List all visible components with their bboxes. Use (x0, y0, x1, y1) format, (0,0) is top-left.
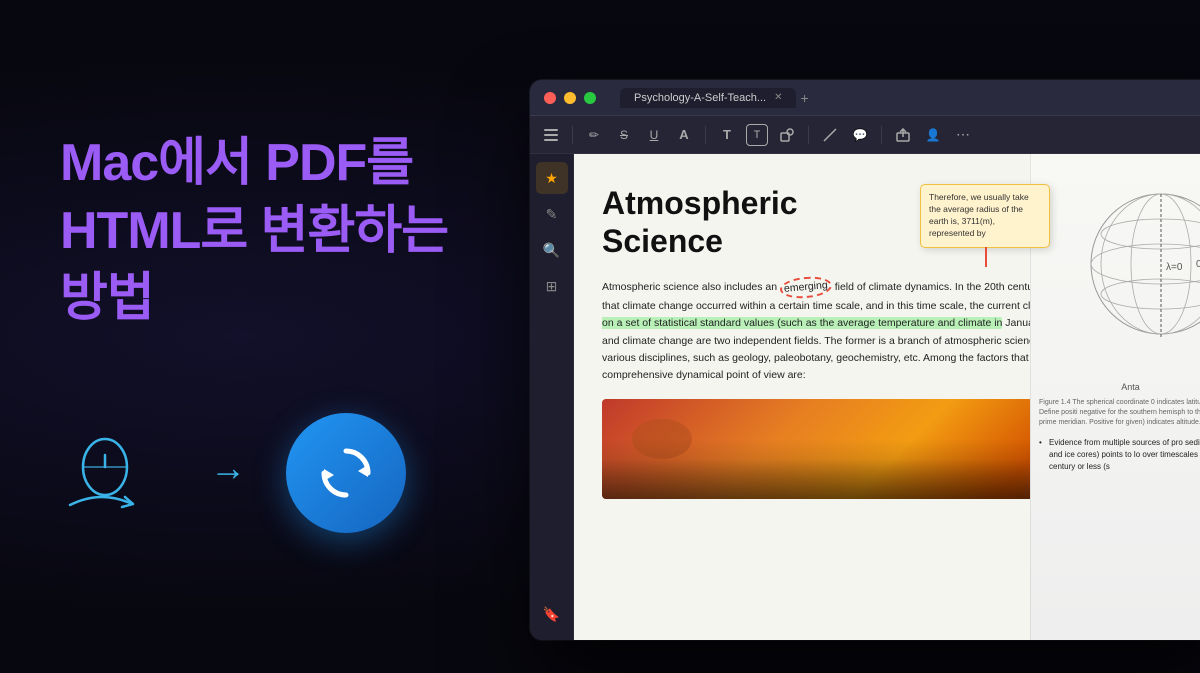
sync-icon (286, 413, 406, 533)
new-tab-button[interactable]: + (800, 90, 808, 106)
svg-text:0: 0 (1196, 259, 1200, 270)
underline-icon[interactable]: U (643, 124, 665, 146)
pdf-viewer: Therefore, we usually take the average r… (574, 154, 1200, 640)
mouse-icon (60, 425, 170, 520)
mac-window: Psychology-A-Self-Teach... ✕ + ✏ S U A T… (530, 80, 1200, 640)
maximize-button[interactable] (584, 92, 596, 104)
active-tab[interactable]: Psychology-A-Self-Teach... ✕ (620, 88, 796, 108)
circled-word: emerging (779, 275, 832, 301)
line-tool-icon[interactable] (819, 124, 841, 146)
title-line-2: HTML로 변환하는 (60, 202, 448, 260)
sidebar-annotate-icon[interactable]: ✎ (536, 198, 568, 230)
minimize-button[interactable] (564, 92, 576, 104)
icon-row: → (60, 413, 540, 533)
title-line-3: 방법 (60, 269, 154, 327)
sidebar-bookmark-icon[interactable]: 🔖 (536, 598, 568, 630)
left-panel: Mac에서 PDF를 HTML로 변환하는 방법 → (60, 130, 540, 533)
globe-panel: Arc λ=0 (1030, 154, 1200, 640)
sidebar-search-icon[interactable]: 🔍 (536, 234, 568, 266)
content-area: ★ ✎ 🔍 ⊞ 🔖 Therefore, we usually take the… (530, 154, 1200, 640)
toolbar-divider-1 (572, 126, 573, 144)
toolbar-divider-2 (705, 126, 706, 144)
markup-icon[interactable]: ✏ (583, 124, 605, 146)
heading-line-1: Atmospheric (602, 185, 798, 221)
tooltip-box: Therefore, we usually take the average r… (920, 184, 1050, 248)
highlight-icon[interactable]: A (673, 124, 695, 146)
sidebar-toggle-icon[interactable] (540, 124, 562, 146)
figure-caption: Figure 1.4 The spherical coordinate 0 in… (1039, 398, 1200, 427)
tab-close-icon[interactable]: ✕ (774, 92, 782, 103)
tooltip-arrow (985, 247, 987, 267)
shapes-icon[interactable] (776, 124, 798, 146)
evidence-bullet: Evidence from multiple sources of pro se… (1039, 437, 1200, 473)
sidebar-highlight-icon[interactable]: ★ (536, 162, 568, 194)
title-line-1: Mac에서 PDF를 (60, 134, 413, 192)
toolbar: ✏ S U A T T 💬 👤 ⋯ (530, 116, 1200, 154)
toolbar-divider-3 (808, 126, 809, 144)
conversion-arrow: → (210, 447, 246, 489)
tab-area: Psychology-A-Self-Teach... ✕ + (620, 88, 1200, 108)
pdf-sidebar: ★ ✎ 🔍 ⊞ 🔖 (530, 154, 574, 640)
heading-line-2: Science (602, 223, 723, 259)
sidebar-thumbnail-icon[interactable]: ⊞ (536, 270, 568, 302)
tooltip-text: Therefore, we usually take the average r… (929, 192, 1041, 240)
comment-icon[interactable]: 💬 (849, 124, 871, 146)
share-icon[interactable] (892, 124, 914, 146)
close-button[interactable] (544, 92, 556, 104)
strikethrough-icon[interactable]: S (613, 124, 635, 146)
mac-titlebar: Psychology-A-Self-Teach... ✕ + (530, 80, 1200, 116)
anta-label: Anta (1039, 382, 1200, 392)
text-box-icon[interactable]: T (746, 124, 768, 146)
more-options-icon[interactable]: ⋯ (952, 124, 974, 146)
toolbar-divider-4 (881, 126, 882, 144)
main-title: Mac에서 PDF를 HTML로 변환하는 방법 (60, 130, 540, 333)
globe-svg: λ=0 0 (1039, 174, 1200, 374)
text-insert-icon[interactable]: T (716, 124, 738, 146)
user-icon[interactable]: 👤 (922, 124, 944, 146)
svg-text:λ=0: λ=0 (1166, 262, 1183, 273)
tab-label: Psychology-A-Self-Teach... (634, 92, 766, 104)
